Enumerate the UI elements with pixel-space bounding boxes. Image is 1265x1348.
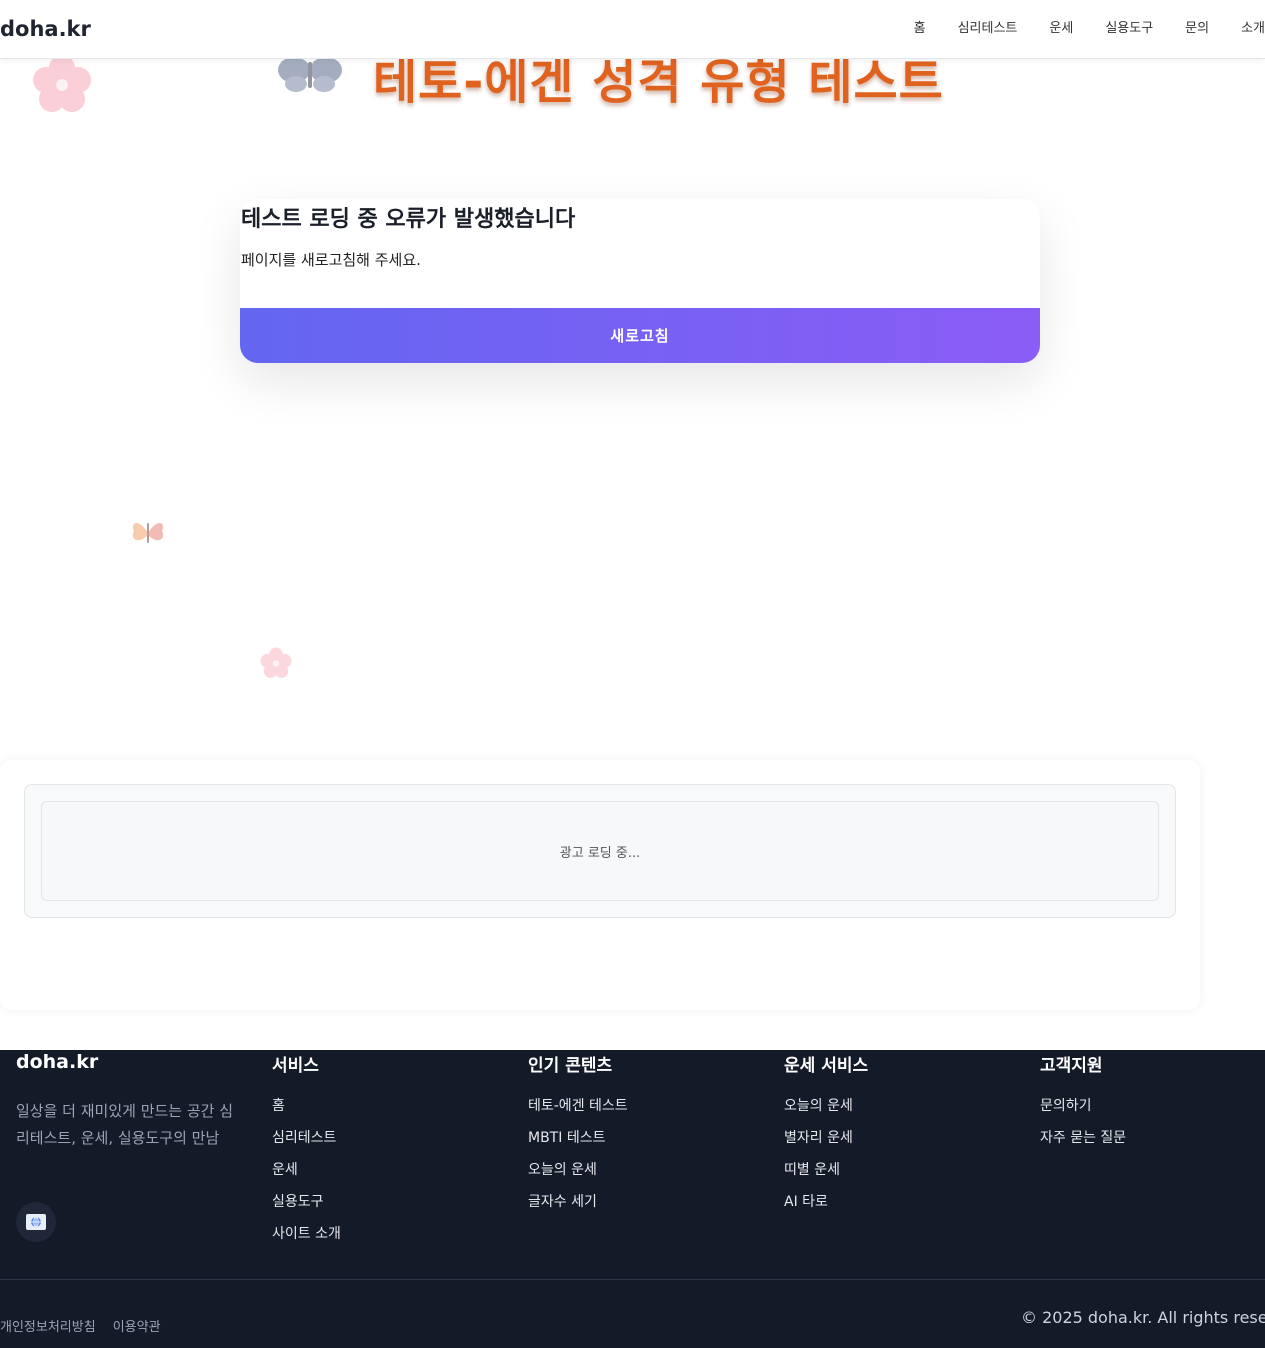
butterfly-icon [278, 57, 342, 92]
footer-link-ai-tarot[interactable]: AI 타로 [784, 1194, 828, 1210]
privacy-policy-link[interactable]: 개인정보처리방침 [0, 1316, 96, 1335]
main-nav: 홈 심리테스트 운세 실용도구 문의 소개 [882, 17, 1265, 36]
footer-description: 일상을 더 재미있게 만드는 공간 심리테스트, 운세, 실용도구의 만남 [16, 1102, 234, 1147]
ad-container: 광고 로딩 중... [24, 784, 1176, 918]
footer-link-zodiac[interactable]: 별자리 운세 [784, 1130, 853, 1146]
footer-link-contact[interactable]: 문의하기 [1040, 1098, 1092, 1114]
footer-link-daily-fortune[interactable]: 오늘의 운세 [528, 1162, 597, 1178]
footer-link-faq[interactable]: 자주 묻는 질문 [1040, 1130, 1126, 1146]
nav-psych-test[interactable]: 심리테스트 [958, 17, 1018, 36]
footer-link-animal-sign[interactable]: 띠별 운세 [784, 1162, 840, 1178]
footer-column-popular: 인기 콘텐츠 테토-에겐 테스트 MBTI 테스트 오늘의 운세 글자수 세기 [528, 1050, 628, 1222]
footer-brand-column: doha.kr 일상을 더 재미있게 만드는 공간 심리테스트, 운세, 실용도… [16, 1050, 236, 1152]
site-footer: doha.kr 일상을 더 재미있게 만드는 공간 심리테스트, 운세, 실용도… [0, 1050, 1265, 1348]
footer-link-home[interactable]: 홈 [272, 1098, 285, 1114]
footer-link-tools[interactable]: 실용도구 [272, 1194, 324, 1210]
ad-loading-text: 광고 로딩 중... [559, 845, 641, 861]
butterfly-icon [132, 522, 164, 543]
terms-link[interactable]: 이용약관 [113, 1316, 161, 1335]
footer-heading: 인기 콘텐츠 [528, 1056, 613, 1076]
footer-link-teto-egen[interactable]: 테토-에겐 테스트 [528, 1098, 628, 1114]
nav-about[interactable]: 소개 [1241, 17, 1265, 36]
nav-home[interactable]: 홈 [914, 17, 926, 36]
footer-link-mbti[interactable]: MBTI 테스트 [528, 1130, 605, 1146]
globe-icon [26, 1214, 46, 1230]
footer-divider [0, 1279, 1265, 1280]
footer-link-char-count[interactable]: 글자수 세기 [528, 1194, 597, 1210]
reload-button[interactable]: 새로고침 [240, 308, 1040, 363]
flower-icon [33, 55, 91, 112]
footer-heading: 서비스 [272, 1056, 319, 1076]
language-button[interactable] [16, 1202, 56, 1242]
footer-heading: 운세 서비스 [784, 1056, 869, 1076]
error-description: 페이지를 새로고침해 주세요. [241, 251, 421, 269]
footer-legal-links: 개인정보처리방침 이용약관 [0, 1316, 178, 1335]
nav-contact[interactable]: 문의 [1185, 17, 1209, 36]
footer-column-support: 고객지원 문의하기 자주 묻는 질문 [1040, 1050, 1126, 1158]
footer-link-psych-test[interactable]: 심리테스트 [272, 1130, 336, 1146]
footer-column-services: 서비스 홈 심리테스트 운세 실용도구 사이트 소개 [272, 1050, 341, 1254]
ad-placeholder: 광고 로딩 중... [41, 801, 1159, 901]
nav-fortune[interactable]: 운세 [1049, 17, 1073, 36]
footer-logo[interactable]: doha.kr [16, 1051, 236, 1073]
footer-link-fortune[interactable]: 운세 [272, 1162, 298, 1178]
footer-column-fortune: 운세 서비스 오늘의 운세 별자리 운세 띠별 운세 AI 타로 [784, 1050, 868, 1222]
site-logo[interactable]: doha.kr [0, 17, 91, 41]
footer-heading: 고객지원 [1040, 1056, 1103, 1076]
error-card: 테스트 로딩 중 오류가 발생했습니다 페이지를 새로고침해 주세요. 새로고침 [240, 199, 1040, 363]
nav-tools[interactable]: 실용도구 [1105, 17, 1153, 36]
copyright: © 2025 doha.kr. All rights reserve [1021, 1308, 1265, 1327]
site-header: doha.kr 홈 심리테스트 운세 실용도구 문의 소개 [0, 0, 1265, 59]
footer-link-about[interactable]: 사이트 소개 [272, 1226, 341, 1242]
footer-link-today-fortune[interactable]: 오늘의 운세 [784, 1098, 853, 1114]
error-title: 테스트 로딩 중 오류가 발생했습니다 [241, 207, 576, 232]
ad-section: 광고 로딩 중... [0, 760, 1200, 1010]
flower-icon [260, 647, 292, 678]
